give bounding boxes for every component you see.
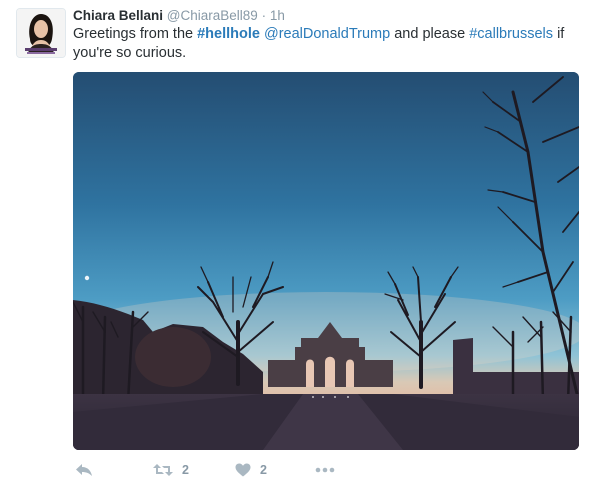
reply-button[interactable] bbox=[75, 458, 93, 482]
tweet-text-segment: Greetings from the bbox=[73, 26, 198, 42]
avatar[interactable] bbox=[16, 8, 66, 58]
retweet-count: 2 bbox=[182, 463, 189, 477]
mention-link[interactable]: @realDonaldTrump bbox=[264, 26, 390, 42]
header-separator: · bbox=[261, 8, 267, 23]
tweet-actions: 2 2 bbox=[73, 458, 373, 482]
retweet-button[interactable]: 2 bbox=[153, 458, 189, 482]
author-name[interactable]: Chiara Bellani bbox=[73, 8, 163, 23]
more-dots-icon bbox=[315, 467, 335, 473]
profile-photo bbox=[17, 9, 65, 57]
like-count: 2 bbox=[260, 463, 267, 477]
reply-arrow-icon bbox=[76, 464, 92, 476]
hashtag-callbrussels-link[interactable]: #callbrussels bbox=[469, 26, 553, 42]
more-button[interactable] bbox=[315, 458, 335, 482]
photo-brussels-arch bbox=[73, 72, 579, 450]
tweet-photo[interactable] bbox=[73, 72, 579, 450]
tweet-text: Greetings from the #hellhole @realDonald… bbox=[73, 25, 583, 63]
like-button[interactable]: 2 bbox=[235, 458, 267, 482]
heart-icon bbox=[235, 463, 251, 477]
tweet-header: Chiara Bellani @ChiaraBell89 · 1h bbox=[73, 7, 285, 25]
hashtag-hellhole-link[interactable]: #hellhole bbox=[197, 26, 260, 42]
tweet-timestamp[interactable]: 1h bbox=[270, 8, 285, 23]
tweet-text-segment: and please bbox=[390, 26, 470, 42]
author-handle[interactable]: @ChiaraBell89 bbox=[167, 8, 258, 23]
retweet-icon bbox=[153, 464, 173, 476]
